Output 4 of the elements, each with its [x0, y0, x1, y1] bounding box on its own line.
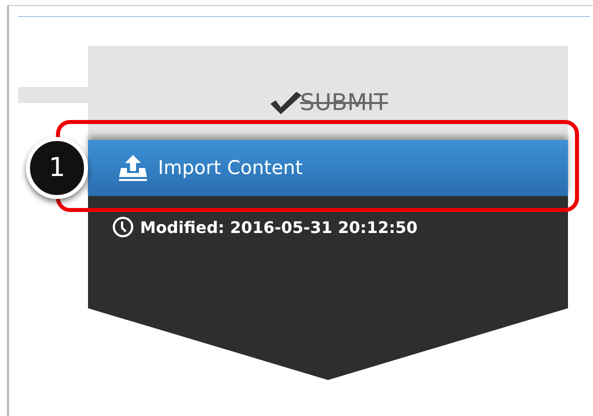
- modified-text: Modified: 2016-05-31 20:12:50: [140, 218, 418, 236]
- upload-icon: [116, 154, 150, 182]
- import-content-button[interactable]: Import Content: [88, 140, 568, 196]
- clock-icon: [112, 216, 134, 238]
